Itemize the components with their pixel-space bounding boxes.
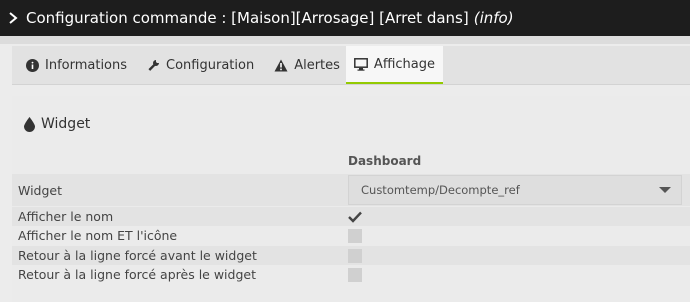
show-name-icon-checkbox[interactable]: [348, 228, 362, 243]
widget-select[interactable]: Customtemp/Decompte_ref: [348, 175, 682, 205]
chevron-right-icon[interactable]: [6, 11, 20, 25]
break-before-checkbox[interactable]: [348, 248, 362, 263]
widget-row: Widget Customtemp/Decompte_ref: [12, 174, 690, 206]
dialog-title-suffix: (info): [473, 9, 514, 27]
monitor-icon: [353, 57, 368, 71]
warning-icon: [274, 59, 288, 72]
info-circle-icon: [26, 58, 39, 72]
dialog-body: Informations Configuration Alertes Affic…: [0, 36, 690, 302]
tab-alertes[interactable]: Alertes: [260, 46, 346, 84]
show-name-icon-label: Afficher le nom ET l'icône: [18, 228, 178, 243]
break-before-row: Retour à la ligne forcé avant le widget: [12, 246, 690, 265]
break-after-label: Retour à la ligne forcé après le widget: [18, 267, 256, 282]
break-before-label: Retour à la ligne forcé avant le widget: [18, 248, 257, 263]
widget-select-value: Customtemp/Decompte_ref: [361, 183, 520, 197]
tab-label: Configuration: [166, 57, 255, 73]
tab-label: Informations: [45, 57, 128, 73]
wrench-icon: [147, 59, 160, 72]
break-after-row: Retour à la ligne forcé après le widget: [12, 265, 690, 284]
tint-drop-icon: [24, 116, 35, 132]
tab-informations[interactable]: Informations: [12, 46, 133, 84]
dialog-title: Configuration commande : [Maison][Arrosa…: [26, 9, 469, 27]
break-after-checkbox[interactable]: [348, 267, 362, 282]
dialog-titlebar: Configuration commande : [Maison][Arrosa…: [0, 0, 690, 36]
tab-bar: Informations Configuration Alertes Affic…: [12, 46, 690, 85]
affichage-panel: Widget Dashboard Widget Customtemp/Decom…: [12, 96, 690, 302]
section-heading: Widget: [24, 116, 90, 132]
caret-down-icon: [659, 187, 671, 193]
tab-label: Alertes: [294, 57, 340, 73]
show-name-row: Afficher le nom: [12, 207, 690, 226]
show-name-label: Afficher le nom: [18, 209, 114, 224]
tab-label: Affichage: [373, 56, 435, 72]
section-title: Widget: [41, 116, 91, 132]
tab-configuration[interactable]: Configuration: [133, 46, 260, 84]
check-icon[interactable]: [348, 211, 362, 223]
background-strip: [0, 36, 690, 44]
tab-affichage[interactable]: Affichage: [345, 46, 443, 84]
show-name-icon-row: Afficher le nom ET l'icône: [12, 226, 690, 245]
widget-label: Widget: [18, 182, 63, 198]
dashboard-column-header: Dashboard: [348, 154, 422, 168]
